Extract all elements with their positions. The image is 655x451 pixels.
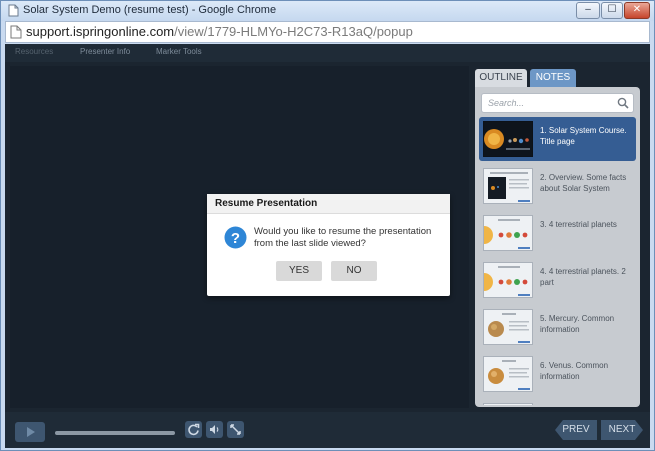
fullscreen-button[interactable] (227, 421, 244, 438)
slide-item-6[interactable]: 6. Venus. Common information (479, 352, 636, 396)
slide-item-3[interactable]: 3. 4 terrestrial planets (479, 211, 636, 255)
slide-thumbnail (483, 215, 533, 251)
expand-icon (230, 424, 241, 435)
tab-notes[interactable]: NOTES (530, 69, 576, 87)
search-placeholder: Search... (488, 98, 525, 108)
url-text[interactable]: support.ispringonline.com/view/1779-HLMY… (26, 24, 413, 39)
url-host: support.ispringonline.com (26, 24, 175, 39)
replay-button[interactable] (185, 421, 202, 438)
browser-window: Solar System Demo (resume test) - Google… (0, 0, 655, 451)
slide-thumbnail (483, 168, 533, 204)
slide-label: 4. 4 terrestrial planets. 2 part (540, 267, 626, 287)
close-button[interactable]: ✕ (624, 2, 650, 19)
yes-button[interactable]: YES (276, 261, 322, 281)
slide-label: 6. Venus. Common information (540, 361, 609, 381)
next-button[interactable]: NEXT (601, 420, 643, 440)
slide-item-4[interactable]: 4. 4 terrestrial planets. 2 part (479, 258, 636, 302)
replay-icon (188, 423, 200, 436)
dialog-message: Would you like to resume the presentatio… (254, 226, 432, 249)
menu-marker-tools[interactable]: Marker Tools (156, 47, 202, 56)
slide-label: 5. Mercury. Common information (540, 314, 615, 334)
terrestrial-planets-thumbnail-icon (484, 216, 532, 250)
svg-text:?: ? (231, 230, 240, 247)
window-title: Solar System Demo (resume test) - Google… (23, 4, 277, 16)
document-icon (10, 25, 22, 39)
menu-resources[interactable]: Resources (15, 47, 53, 56)
play-button[interactable] (15, 422, 45, 442)
volume-button[interactable] (206, 421, 223, 438)
control-bar: PREV NEXT (5, 412, 650, 448)
slide-thumbnail (483, 262, 533, 298)
slide-thumbnail (483, 403, 533, 405)
minimize-button[interactable]: – (576, 2, 600, 19)
slide-thumbnail (483, 309, 533, 345)
speaker-icon (210, 425, 219, 434)
search-input[interactable]: Search... (481, 93, 634, 113)
slide-list: 1. Solar System Course. Title page 2. Ov… (479, 117, 636, 405)
play-icon (27, 427, 35, 437)
slide-label: 2. Overview. Some facts about Solar Syst… (540, 173, 627, 193)
question-icon: ? (224, 226, 247, 249)
page-icon (8, 4, 19, 17)
presentation-player: Resources Presenter Info Marker Tools OU… (5, 44, 650, 448)
mercury-thumbnail-icon (484, 310, 532, 344)
tab-outline[interactable]: OUTLINE (475, 69, 527, 87)
search-icon[interactable] (617, 97, 629, 109)
no-button[interactable]: NO (331, 261, 377, 281)
maximize-button[interactable]: ☐ (601, 2, 623, 19)
slide-item-7-partial[interactable] (479, 399, 636, 405)
dialog-title: Resume Presentation (207, 194, 450, 214)
menu-presenter-info[interactable]: Presenter Info (80, 47, 130, 56)
slide-thumbnail (483, 121, 533, 157)
sidebar-panel: Search... 1. Solar System Course. Title … (475, 87, 640, 407)
slide-label: 1. Solar System Course. Title page (540, 126, 627, 146)
address-bar[interactable]: support.ispringonline.com/view/1779-HLMY… (5, 21, 650, 43)
slide-item-5[interactable]: 5. Mercury. Common information (479, 305, 636, 349)
progress-bar[interactable] (55, 431, 175, 435)
venus-thumbnail-icon (484, 357, 532, 391)
slide-item-1[interactable]: 1. Solar System Course. Title page (479, 117, 636, 161)
overview-thumbnail-icon (484, 169, 532, 203)
top-menu: Resources Presenter Info Marker Tools (5, 44, 650, 62)
title-bar[interactable]: Solar System Demo (resume test) - Google… (1, 1, 654, 21)
url-path: /view/1779-HLMYo-H2C73-R13aQ/popup (174, 24, 413, 39)
solar-system-thumbnail-icon (484, 122, 532, 156)
terrestrial-planets-part2-thumbnail-icon (484, 263, 532, 297)
prev-button[interactable]: PREV (555, 420, 597, 440)
slide-label: 3. 4 terrestrial planets (540, 220, 617, 229)
resume-dialog: Resume Presentation ? Would you like to … (207, 194, 450, 296)
slide-thumbnail (483, 356, 533, 392)
slide-item-2[interactable]: 2. Overview. Some facts about Solar Syst… (479, 164, 636, 208)
